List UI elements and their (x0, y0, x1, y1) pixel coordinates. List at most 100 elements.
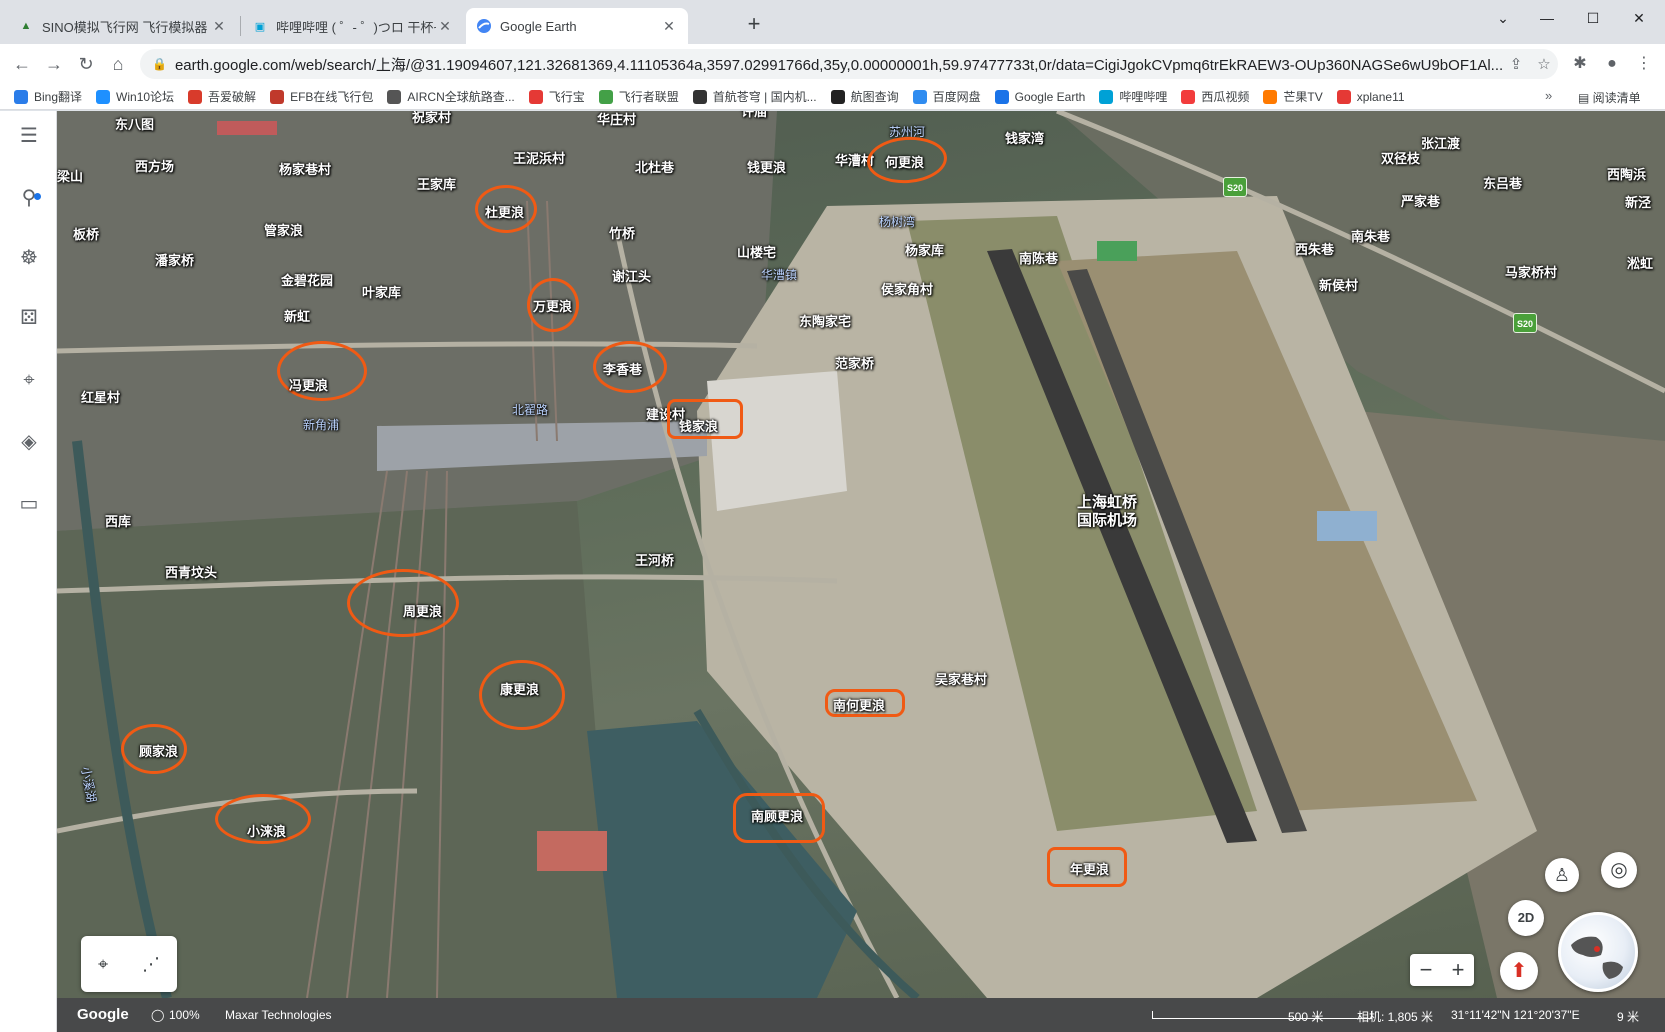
place-label[interactable]: 许庙 (741, 111, 767, 120)
reading-list-button[interactable]: ▤ 阅读清单 (1578, 89, 1641, 106)
road-label[interactable]: 北翟路 (512, 401, 548, 418)
voyager-wheel-icon[interactable]: ☸ (12, 241, 46, 275)
place-label[interactable]: 吴家巷村 (935, 669, 987, 688)
circled-place-label[interactable]: 年更浪 (1070, 859, 1109, 878)
place-label[interactable]: 杨树湾 (879, 213, 915, 230)
measure-ruler-icon[interactable]: ▭ (12, 487, 46, 521)
bookmark-item[interactable]: EFB在线飞行包 (270, 88, 373, 105)
home-button[interactable]: ⌂ (104, 50, 132, 78)
share-icon[interactable]: ⇪ (1502, 55, 1530, 73)
place-label[interactable]: 东吕巷 (1483, 173, 1522, 192)
more-bookmarks-icon[interactable]: » (1545, 88, 1552, 103)
place-label[interactable]: 淞虹 (1627, 253, 1653, 272)
place-label[interactable]: 北杜巷 (635, 157, 674, 176)
circled-place-label[interactable]: 康更浪 (500, 679, 539, 698)
bookmark-item[interactable]: 飞行者联盟 (598, 88, 679, 105)
circled-place-label[interactable]: 小涞浪 (247, 821, 286, 840)
place-label[interactable]: 杨家巷村 (279, 159, 331, 178)
circled-place-label[interactable]: 周更浪 (403, 601, 442, 620)
place-label[interactable]: 严家巷 (1401, 191, 1440, 210)
overview-globe[interactable] (1558, 912, 1638, 992)
tab-bilibili[interactable]: ▣ 哔哩哔哩 ( ゜- ゜)つロ 干杯~-bili... ✕ (242, 8, 464, 44)
place-label[interactable]: 板桥 (73, 224, 99, 243)
place-label[interactable]: 西陶浜 (1607, 164, 1646, 183)
place-label[interactable]: 祝家村 (412, 111, 451, 126)
profile-avatar[interactable]: ● (1598, 52, 1626, 76)
close-icon[interactable]: ✕ (660, 18, 678, 35)
place-label[interactable]: 钱家湾 (1005, 128, 1044, 147)
close-icon[interactable]: ✕ (436, 18, 454, 35)
location-pin-icon[interactable]: ⌖ (98, 954, 108, 975)
bookmark-item[interactable]: Google Earth (994, 89, 1085, 104)
tab-sino[interactable]: ▲ SINO模拟飞行网 飞行模拟器 FS... ✕ (8, 8, 238, 44)
feeling-lucky-dice-icon[interactable]: ⚄ (12, 301, 46, 335)
airport-label[interactable]: 上海虹桥 国际机场 (1077, 494, 1137, 530)
minimize-button[interactable]: — (1524, 4, 1570, 32)
circled-place-label[interactable]: 南何更浪 (833, 695, 885, 714)
place-label[interactable]: 西青坟头 (165, 562, 217, 581)
place-label[interactable]: 管家浪 (264, 220, 303, 239)
place-label[interactable]: 西朱巷 (1295, 239, 1334, 258)
place-label[interactable]: 华庄村 (597, 111, 636, 128)
circled-place-label[interactable]: 杜更浪 (485, 202, 524, 221)
bookmark-item[interactable]: xplane11 (1336, 89, 1405, 104)
address-bar[interactable]: 🔒 earth.google.com/web/search/上海/@31.190… (140, 49, 1558, 79)
bookmark-item[interactable]: 芒果TV (1263, 88, 1323, 105)
place-label[interactable]: 杨家库 (905, 240, 944, 259)
circled-place-label[interactable]: 万更浪 (533, 296, 572, 315)
place-label[interactable]: 张江渡 (1421, 133, 1460, 152)
earth-map-view[interactable]: 东八图 祝家村 华庄村 许庙 苏州河 钱家湾 西方场 杨家巷村 王泥浜村 北杜巷… (57, 111, 1665, 998)
place-label[interactable]: 钱更浪 (747, 157, 786, 176)
bookmark-item[interactable]: Bing翻译 (14, 88, 82, 105)
close-window-button[interactable]: ✕ (1616, 4, 1662, 32)
place-label[interactable]: 山楼宅 (737, 242, 776, 261)
place-label[interactable]: 金碧花园 (281, 270, 333, 289)
toggle-2d-button[interactable]: 2D (1508, 900, 1544, 936)
place-label[interactable]: 王家库 (417, 174, 456, 193)
bookmark-item[interactable]: 航图查询 (830, 88, 899, 105)
circled-place-label[interactable]: 顾家浪 (139, 741, 178, 760)
tab-google-earth[interactable]: Google Earth ✕ (466, 8, 688, 44)
compass-icon[interactable]: ⬆ (1500, 952, 1538, 990)
place-label[interactable]: 新泾 (1625, 192, 1651, 211)
place-label[interactable]: 马家桥村 (1505, 262, 1557, 281)
place-label[interactable]: 王泥浜村 (513, 148, 565, 167)
circled-place-label[interactable]: 钱家浪 (679, 416, 718, 435)
bookmark-item[interactable]: Win10论坛 (96, 88, 174, 105)
place-label[interactable]: 范家桥 (835, 353, 874, 372)
street-view-pegman-icon[interactable]: ♙ (1545, 858, 1579, 892)
place-label[interactable]: 侯家角村 (881, 279, 933, 298)
new-tab-button[interactable]: + (740, 10, 768, 38)
bookmark-item[interactable]: 西瓜视频 (1181, 88, 1249, 105)
extensions-icon[interactable]: ✱ (1566, 52, 1594, 76)
place-label[interactable]: 红星村 (81, 387, 120, 406)
place-label[interactable]: 王河桥 (635, 550, 674, 569)
place-label[interactable]: 东八图 (115, 114, 154, 133)
place-label[interactable]: 竹桥 (609, 223, 635, 242)
lock-icon[interactable]: 🔒 (152, 57, 167, 71)
place-label[interactable]: 叶家库 (362, 282, 401, 301)
menu-kebab-icon[interactable]: ⋮ (1630, 52, 1658, 76)
bookmark-item[interactable]: 百度网盘 (912, 88, 981, 105)
place-label[interactable]: 双径枝 (1381, 148, 1420, 167)
place-label[interactable]: 华漕镇 (761, 266, 797, 283)
place-label[interactable]: 新角浦 (303, 416, 339, 433)
zoom-in-button[interactable]: + (1442, 954, 1474, 986)
circled-place-label[interactable]: 李香巷 (603, 359, 642, 378)
my-location-icon[interactable]: ◎ (1601, 852, 1637, 888)
place-label[interactable]: 南陈巷 (1019, 248, 1058, 267)
circled-place-label[interactable]: 何更浪 (885, 152, 924, 171)
imagery-attribution[interactable]: Maxar Technologies (225, 1008, 332, 1022)
bookmark-item[interactable]: 哔哩哔哩 (1099, 88, 1167, 105)
place-label[interactable]: 西库 (105, 511, 131, 530)
place-label[interactable]: 西方场 (135, 156, 174, 175)
bookmark-item[interactable]: 首航苍穹 | 国内机... (692, 88, 817, 105)
place-label[interactable]: 新侯村 (1319, 275, 1358, 294)
circled-place-label[interactable]: 冯更浪 (289, 375, 328, 394)
zoom-out-button[interactable]: − (1410, 954, 1442, 986)
hamburger-menu-icon[interactable]: ☰ (12, 119, 46, 153)
close-icon[interactable]: ✕ (210, 18, 228, 35)
bookmark-item[interactable]: 吾爱破解 (188, 88, 256, 105)
back-button[interactable]: ← (8, 50, 36, 78)
place-label[interactable]: 潘家桥 (155, 250, 194, 269)
